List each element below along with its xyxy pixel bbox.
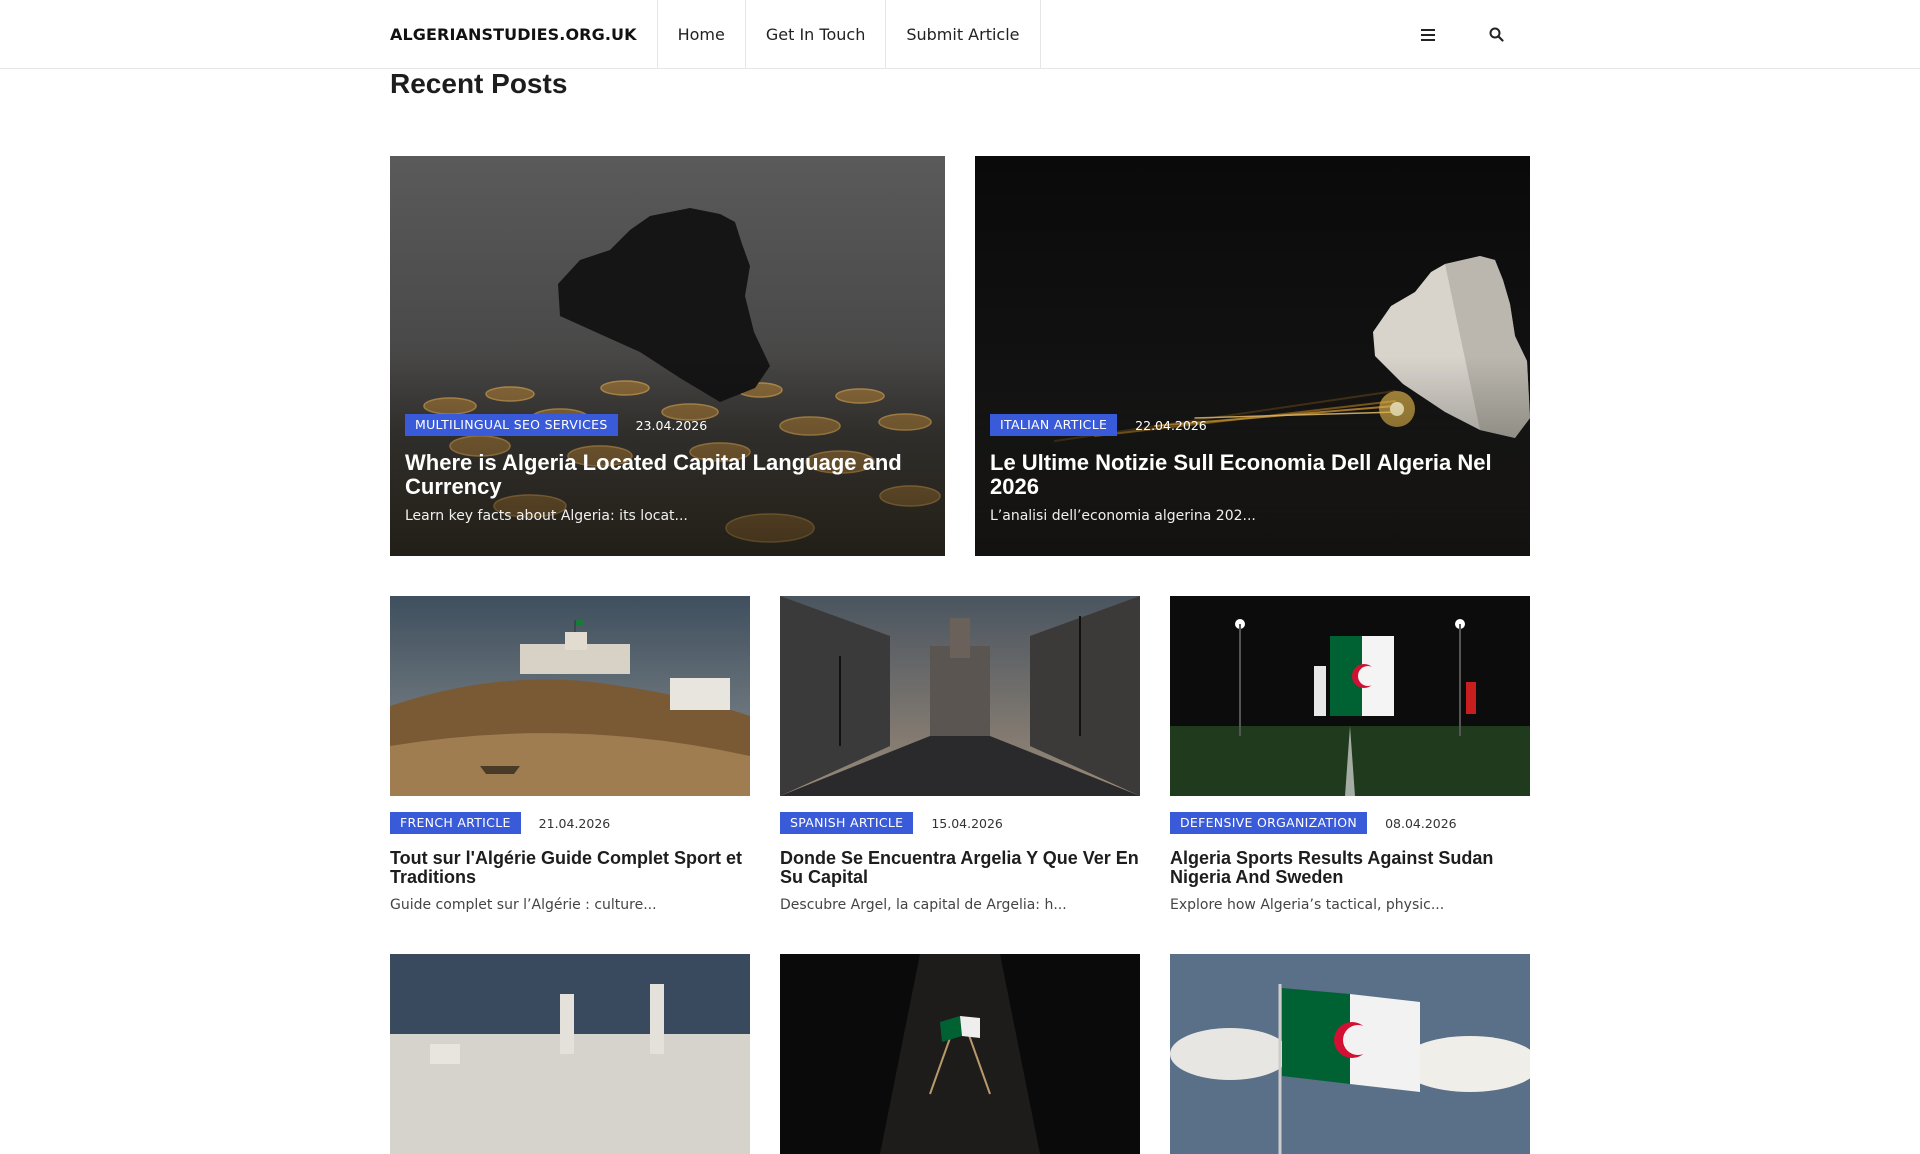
category-badge[interactable]: FRENCH ARTICLE xyxy=(390,812,521,834)
menu-button[interactable] xyxy=(1394,0,1462,69)
desert-fortress-image xyxy=(390,596,750,796)
flag-waving-image xyxy=(1170,954,1530,1154)
post-card[interactable]: DEFENSIVE ORGANIZATION 08.04.2026 Algeri… xyxy=(1170,596,1530,913)
section-title: Recent Posts xyxy=(390,68,568,99)
post-excerpt: Descubre Argel, la capital de Argelia: h… xyxy=(780,897,1067,913)
menu-icon xyxy=(1421,28,1435,41)
post-excerpt: Guide complet sur l’Algérie : culture... xyxy=(390,897,657,913)
post-excerpt: Learn key facts about Algeria: its locat… xyxy=(405,508,688,524)
football-flag-image xyxy=(1170,596,1530,796)
search-icon xyxy=(1489,27,1504,42)
post-meta: DEFENSIVE ORGANIZATION 08.04.2026 xyxy=(1170,812,1530,834)
site-logo[interactable]: ALGERIANSTUDIES.ORG.UK xyxy=(390,0,658,69)
nav-home[interactable]: Home xyxy=(658,0,746,69)
header-inner: ALGERIANSTUDIES.ORG.UK Home Get In Touch… xyxy=(390,0,1530,69)
featured-post-card[interactable]: MULTILINGUAL SEO SERVICES 23.04.2026 Whe… xyxy=(390,156,945,556)
post-title[interactable]: Algeria Sports Results Against Sudan Nig… xyxy=(1170,849,1530,887)
post-thumbnail[interactable] xyxy=(1170,596,1530,796)
post-title[interactable]: Where is Algeria Located Capital Languag… xyxy=(405,451,925,499)
post-title[interactable]: Tout sur l'Algérie Guide Complet Sport e… xyxy=(390,849,750,887)
post-excerpt: L’analisi dell’economia algerina 202... xyxy=(990,508,1256,524)
post-date: 15.04.2026 xyxy=(931,815,1003,831)
city-street-image xyxy=(780,596,1140,796)
flag-on-book-image xyxy=(780,954,1140,1154)
post-card[interactable] xyxy=(780,954,1140,1154)
post-date: 08.04.2026 xyxy=(1385,815,1457,831)
site-header: ALGERIANSTUDIES.ORG.UK Home Get In Touch… xyxy=(0,0,1920,69)
post-thumbnail[interactable] xyxy=(1170,954,1530,1154)
post-card[interactable]: SPANISH ARTICLE 15.04.2026 Donde Se Encu… xyxy=(780,596,1140,913)
post-thumbnail[interactable] xyxy=(390,596,750,796)
post-meta: MULTILINGUAL SEO SERVICES 23.04.2026 xyxy=(405,414,707,436)
post-card[interactable] xyxy=(1170,954,1530,1154)
category-badge[interactable]: ITALIAN ARTICLE xyxy=(990,414,1118,436)
post-card[interactable]: FRENCH ARTICLE 21.04.2026 Tout sur l'Alg… xyxy=(390,596,750,913)
post-thumbnail[interactable] xyxy=(390,954,750,1154)
post-excerpt: Explore how Algeria’s tactical, physic..… xyxy=(1170,897,1445,913)
search-button[interactable] xyxy=(1462,0,1530,69)
post-thumbnail[interactable] xyxy=(780,596,1140,796)
white-city-image xyxy=(390,954,750,1154)
post-date: 21.04.2026 xyxy=(538,815,611,831)
post-date: 23.04.2026 xyxy=(635,417,708,433)
category-badge[interactable]: DEFENSIVE ORGANIZATION xyxy=(1170,812,1368,834)
post-title[interactable]: Le Ultime Notizie Sull Economia Dell Alg… xyxy=(990,451,1510,499)
nav-get-in-touch[interactable]: Get In Touch xyxy=(746,0,887,69)
post-card[interactable] xyxy=(390,954,750,1154)
category-badge[interactable]: MULTILINGUAL SEO SERVICES xyxy=(405,414,618,436)
category-badge[interactable]: SPANISH ARTICLE xyxy=(780,812,914,834)
nav-submit-article[interactable]: Submit Article xyxy=(886,0,1041,69)
post-thumbnail[interactable] xyxy=(780,954,1140,1154)
post-meta: ITALIAN ARTICLE 22.04.2026 xyxy=(990,414,1207,436)
featured-post-card[interactable]: ITALIAN ARTICLE 22.04.2026 Le Ultime Not… xyxy=(975,156,1530,556)
post-title[interactable]: Donde Se Encuentra Argelia Y Que Ver En … xyxy=(780,849,1140,887)
post-meta: SPANISH ARTICLE 15.04.2026 xyxy=(780,812,1140,834)
post-meta: FRENCH ARTICLE 21.04.2026 xyxy=(390,812,750,834)
post-date: 22.04.2026 xyxy=(1135,417,1207,433)
